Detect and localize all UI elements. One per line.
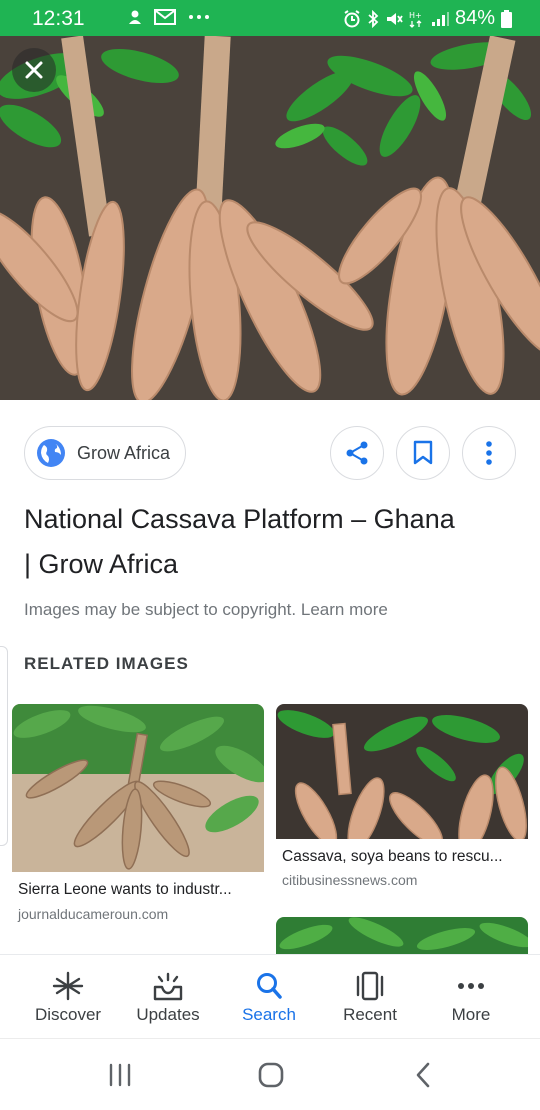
- close-button[interactable]: [12, 48, 56, 92]
- status-bar: 12:31 H+ 84%: [0, 0, 540, 36]
- battery-percent: 84%: [454, 7, 495, 29]
- gmail-notification-icon: [154, 9, 176, 25]
- related-image-thumbnail: [12, 704, 264, 872]
- bottom-navigation-bar: Discover Updates Search Recent More: [0, 954, 540, 1038]
- nav-updates-label: Updates: [136, 1005, 200, 1024]
- related-image-domain: journalducameroun.com: [18, 906, 169, 922]
- home-icon[interactable]: [256, 1061, 286, 1089]
- nav-updates[interactable]: Updates: [114, 955, 222, 1039]
- related-image-card[interactable]: Cassava, soya beans to rescu... citibusi…: [276, 704, 528, 904]
- learn-more-link[interactable]: Learn more: [301, 600, 388, 619]
- source-site-name: Grow Africa: [77, 442, 171, 463]
- main-image-cassava-roots[interactable]: [0, 36, 540, 400]
- related-image-caption: Sierra Leone wants to industr...: [18, 881, 232, 898]
- share-button[interactable]: [330, 426, 384, 480]
- side-drawer-handle[interactable]: [0, 646, 8, 846]
- nav-more-label: More: [451, 1005, 491, 1024]
- share-icon: [346, 441, 368, 465]
- more-notifications-icon: [189, 15, 209, 19]
- bookmark-icon: [413, 440, 433, 465]
- related-image-thumbnail: [276, 917, 528, 957]
- nav-discover-label: Discover: [34, 1005, 102, 1024]
- nav-more[interactable]: More: [417, 955, 525, 1039]
- related-image-thumbnail: [276, 704, 528, 839]
- save-button[interactable]: [396, 426, 450, 480]
- image-title-line2: | Grow Africa: [24, 549, 179, 579]
- related-images-heading: RELATED IMAGES: [24, 654, 189, 673]
- status-system-icons: H+ 84%: [343, 7, 512, 30]
- back-icon[interactable]: [410, 1061, 436, 1089]
- updates-tray-icon: [153, 972, 183, 1001]
- battery-icon: [501, 9, 512, 28]
- related-image-domain: citibusinessnews.com: [282, 872, 418, 888]
- close-icon: [25, 61, 43, 79]
- related-image-card[interactable]: Sierra Leone wants to industr... journal…: [12, 704, 264, 944]
- image-title[interactable]: National Cassava Platform – Ghana | Grow…: [24, 497, 524, 587]
- android-system-navigation: [0, 1038, 540, 1110]
- recent-cards-icon: [356, 971, 384, 1001]
- recents-icon[interactable]: [106, 1063, 134, 1087]
- bluetooth-icon: [368, 9, 379, 28]
- svg-text:H+: H+: [409, 11, 422, 20]
- source-site-chip[interactable]: Grow Africa: [24, 426, 186, 480]
- nav-search[interactable]: Search: [215, 955, 323, 1039]
- more-options-button[interactable]: [462, 426, 516, 480]
- related-image-card-partial[interactable]: [276, 917, 528, 957]
- alarm-icon: [344, 9, 360, 27]
- search-icon: [257, 973, 282, 999]
- asterisk-icon: [52, 971, 84, 1001]
- status-notification-icons: [128, 9, 210, 25]
- signal-icon: [431, 11, 449, 26]
- person-notification-icon: [129, 10, 141, 24]
- nav-search-label: Search: [242, 1005, 296, 1024]
- hplus-data-icon: H+: [409, 11, 422, 28]
- nav-recent[interactable]: Recent: [316, 955, 424, 1039]
- mute-icon: [386, 12, 403, 25]
- globe-icon: [37, 439, 65, 467]
- copyright-notice: Images may be subject to copyright. Lear…: [24, 600, 388, 620]
- cassava-photo: [0, 36, 540, 400]
- image-title-line1: National Cassava Platform – Ghana: [24, 504, 455, 534]
- more-vert-icon: [486, 441, 492, 465]
- more-horiz-icon: [458, 983, 484, 989]
- nav-recent-label: Recent: [343, 1005, 397, 1024]
- copyright-text: Images may be subject to copyright.: [24, 600, 297, 619]
- nav-discover[interactable]: Discover: [14, 955, 122, 1039]
- google-image-viewer-screen: 12:31 H+ 84% Grow Africa National Cassav…: [0, 0, 540, 1110]
- related-image-caption: Cassava, soya beans to rescu...: [282, 848, 503, 865]
- status-time: 12:31: [32, 7, 85, 30]
